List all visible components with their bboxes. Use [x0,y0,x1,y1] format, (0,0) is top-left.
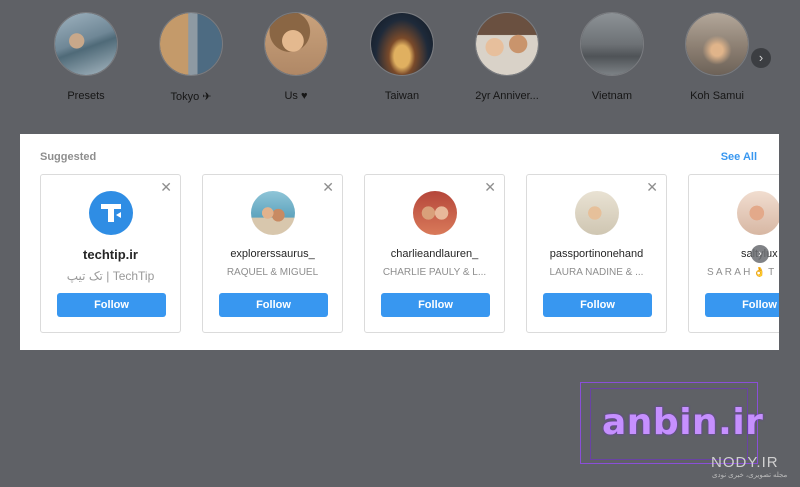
watermark-nody: NODY.IR [711,454,779,471]
avatar[interactable] [88,191,133,235]
highlight-thumbnail [685,12,749,76]
close-icon[interactable]: ✕ [646,180,658,194]
suggestion-card: ✕ charlieandlauren_ CHARLIE PAULY & L...… [364,174,505,333]
suggested-panel: Suggested See All ✕ techtip.ir تک تیپ | … [20,134,779,350]
follow-button[interactable]: Follow [705,293,779,317]
highlight-thumbnail [159,12,223,76]
card-subtitle: S A R A H 👌 T [707,267,775,278]
avatar[interactable] [737,191,779,235]
watermark-tagline: مجله تصویری، خبری نودی [712,472,788,479]
card-subtitle: LAURA NADINE & ... [549,267,644,278]
follow-button[interactable]: Follow [57,293,166,317]
highlight-thumbnail [54,12,118,76]
close-icon[interactable]: ✕ [322,180,334,194]
card-username[interactable]: techtip.ir [41,247,180,262]
follow-button[interactable]: Follow [219,293,328,317]
highlight-thumbnail [370,12,434,76]
chevron-right-icon[interactable]: › [751,48,771,68]
card-subtitle: CHARLIE PAULY & L... [382,267,487,278]
highlight-label: Presets [67,90,105,102]
highlight-thumbnail [475,12,539,76]
highlight-taiwan[interactable]: Taiwan [362,12,442,102]
card-username[interactable]: passportinonehand [527,248,666,260]
card-username[interactable]: explorerssaurus_ [203,248,342,260]
highlight-thumbnail [580,12,644,76]
highlight-us[interactable]: Us ♥ [256,12,336,102]
follow-button[interactable]: Follow [543,293,652,317]
highlight-label: Taiwan [384,90,420,102]
avatar[interactable] [412,191,457,235]
card-username[interactable]: charlieandlauren_ [365,248,504,260]
highlight-label: Vietnam [591,90,633,102]
techtip-logo-icon [100,204,121,222]
suggestion-card: ✕ techtip.ir تک تیپ | TechTip Follow [40,174,181,333]
avatar[interactable] [250,191,295,235]
highlight-label: Tokyo ✈ [170,91,212,103]
highlight-anniversary[interactable]: 2yr Anniver... [467,12,547,102]
follow-button[interactable]: Follow [381,293,490,317]
card-subtitle: RAQUEL & MIGUEL [226,267,319,278]
highlight-koh-samui[interactable]: Koh Samui [677,12,757,102]
highlight-presets[interactable]: Presets [46,12,126,102]
chevron-right-icon[interactable]: › [751,245,769,263]
suggestion-card: ✕ passportinonehand LAURA NADINE & ... F… [526,174,667,333]
highlight-label: Koh Samui [690,90,744,102]
see-all-link[interactable]: See All [721,151,757,163]
watermark-brand: anbin.ir [602,402,764,443]
suggested-title: Suggested [40,151,97,163]
close-icon[interactable]: ✕ [484,180,496,194]
highlight-thumbnail [264,12,328,76]
card-subtitle: تک تیپ | TechTip [66,269,155,283]
avatar[interactable] [574,191,619,235]
suggestion-card: ✕ explorerssaurus_ RAQUEL & MIGUEL Follo… [202,174,343,333]
highlight-label: Us ♥ [284,90,308,102]
highlight-label: 2yr Anniver... [475,90,539,102]
highlight-vietnam[interactable]: Vietnam [572,12,652,102]
highlight-tokyo[interactable]: Tokyo ✈ [151,12,231,103]
close-icon[interactable]: ✕ [160,180,172,194]
